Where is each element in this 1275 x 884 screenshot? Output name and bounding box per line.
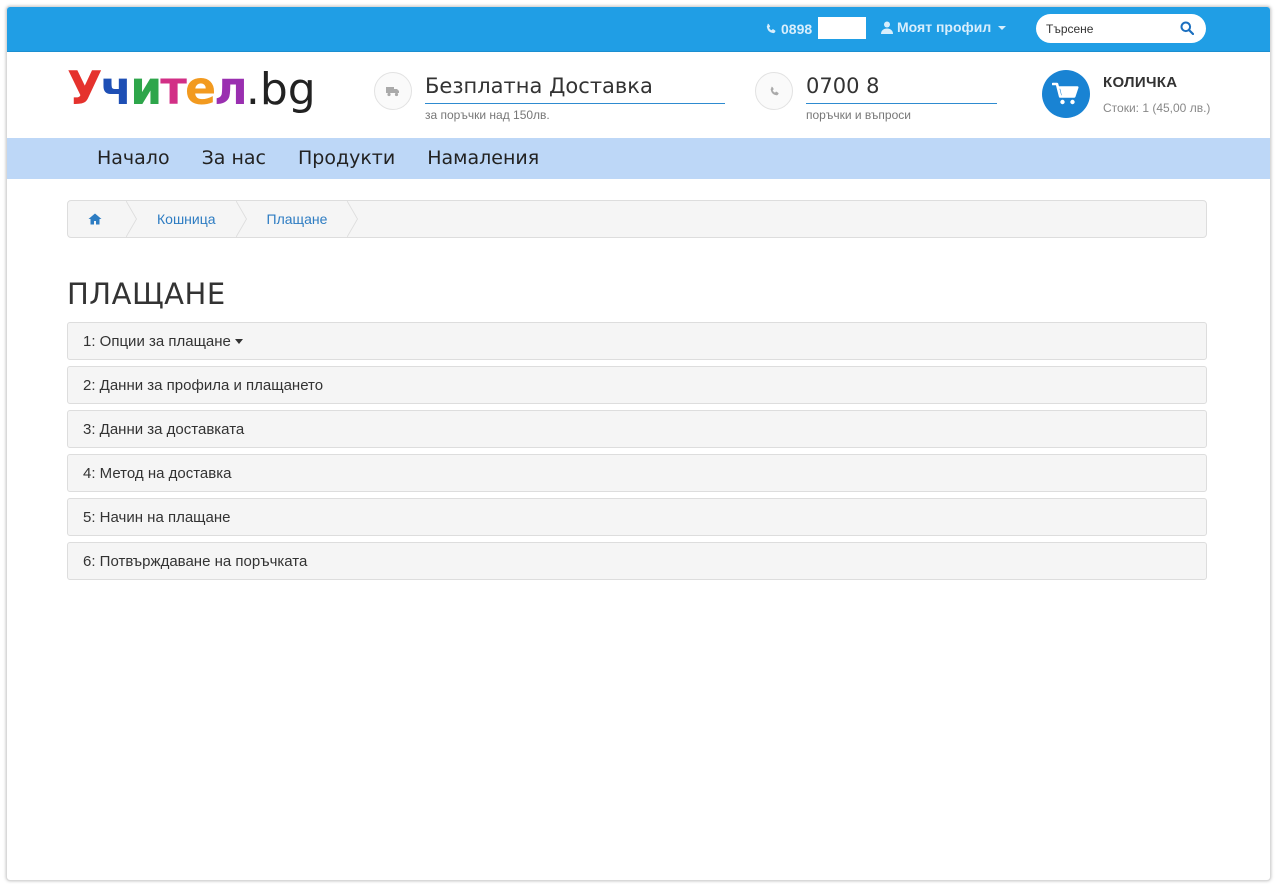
- truck-icon-badge: [374, 72, 412, 110]
- step-confirm-order[interactable]: 6: Потвърждаване на поръчката: [67, 542, 1207, 580]
- logo-letter-3: и: [130, 61, 162, 115]
- top-bar: 0898 Моят профил: [7, 7, 1270, 52]
- delivery-subtitle: за поръчки над 150лв.: [425, 108, 550, 122]
- shopping-cart-icon: [1052, 82, 1079, 105]
- page-title: ПЛАЩАНЕ: [67, 277, 226, 311]
- phone-icon: [766, 23, 776, 34]
- nav-item-discounts[interactable]: Намаления: [411, 138, 555, 179]
- cart-summary: Стоки: 1 (45,00 лв.): [1103, 101, 1211, 115]
- step-account-details[interactable]: 2: Данни за профила и плащането: [67, 366, 1207, 404]
- step-label: 1: Опции за плащане: [83, 332, 231, 350]
- step-label: 5: Начин на плащане: [83, 508, 231, 526]
- my-profile-dropdown[interactable]: Моят профил: [881, 19, 1007, 35]
- topbar-phone-number: 0898: [781, 21, 813, 37]
- search-input[interactable]: [1046, 18, 1174, 39]
- logo-letter-4: т: [160, 61, 187, 115]
- nav-item-home[interactable]: Начало: [81, 138, 186, 179]
- cart-block[interactable]: КОЛИЧКА Стоки: 1 (45,00 лв.): [1042, 70, 1210, 118]
- phone-subtitle: поръчки и въпроси: [806, 108, 911, 122]
- home-icon: [88, 213, 102, 225]
- breadcrumb-checkout[interactable]: Плащане: [236, 201, 359, 237]
- cart-icon-badge[interactable]: [1042, 70, 1090, 118]
- phone-mask: [818, 17, 867, 39]
- checkout-steps: 1: Опции за плащане 2: Данни за профила …: [67, 322, 1207, 586]
- phone-icon-badge: [755, 72, 793, 110]
- nav-item-about[interactable]: За нас: [186, 138, 282, 179]
- site-logo[interactable]: Учител.bg: [67, 58, 316, 118]
- logo-letter-1: У: [67, 61, 102, 115]
- free-delivery-block: Безплатна Доставка за поръчки над 150лв.: [374, 72, 725, 122]
- delivery-title: Безплатна Доставка: [425, 72, 725, 104]
- step-shipping-method[interactable]: 4: Метод на доставка: [67, 454, 1207, 492]
- logo-suffix: .bg: [245, 64, 316, 115]
- logo-letter-6: л: [214, 61, 248, 115]
- breadcrumb-home[interactable]: [68, 201, 137, 237]
- step-label: 6: Потвърждаване на поръчката: [83, 552, 308, 570]
- site-header: Учител.bg Безплатна Доставка за поръчки …: [7, 52, 1270, 138]
- user-icon: [881, 21, 893, 34]
- phone-icon: [770, 86, 779, 95]
- breadcrumb-cart[interactable]: Кошница: [126, 201, 247, 237]
- phone-block: 0700 8 поръчки и въпроси: [755, 72, 997, 122]
- search-box: [1036, 14, 1206, 43]
- logo-letter-5: е: [184, 61, 216, 115]
- breadcrumb: Кошница Плащане: [67, 200, 1207, 238]
- logo-letter-2: ч: [100, 61, 132, 115]
- step-shipping-details[interactable]: 3: Данни за доставката: [67, 410, 1207, 448]
- search-icon[interactable]: [1180, 21, 1194, 35]
- topbar-phone[interactable]: 0898: [765, 17, 867, 39]
- caret-down-icon: [234, 339, 243, 344]
- phone-title[interactable]: 0700 8: [806, 72, 997, 104]
- cart-title: КОЛИЧКА: [1103, 74, 1178, 91]
- browser-frame: 0898 Моят профил Учител.bg: [6, 6, 1271, 881]
- chevron-down-icon: [998, 25, 1007, 30]
- nav-item-products[interactable]: Продукти: [282, 138, 411, 179]
- step-label: 3: Данни за доставката: [83, 420, 245, 438]
- step-label: 4: Метод на доставка: [83, 464, 232, 482]
- step-label: 2: Данни за профила и плащането: [83, 376, 324, 394]
- truck-icon: [386, 86, 399, 96]
- step-payment-method[interactable]: 5: Начин на плащане: [67, 498, 1207, 536]
- main-nav: Начало За нас Продукти Намаления: [7, 138, 1270, 179]
- step-payment-options[interactable]: 1: Опции за плащане: [67, 322, 1207, 360]
- my-profile-label: Моят профил: [897, 19, 992, 35]
